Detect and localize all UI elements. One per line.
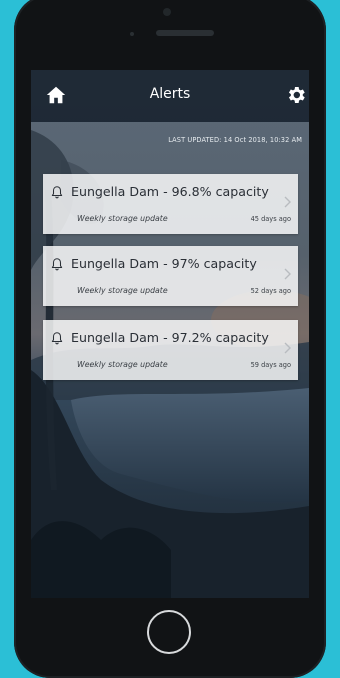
phone-device-frame: Alerts LAST UPDATED: 14 Oct 2018, 10:32 … [14,0,326,678]
chevron-right-icon [284,196,291,208]
alert-age: 45 days ago [250,215,291,223]
bell-icon [51,332,63,345]
bell-icon [51,186,63,199]
alert-title: Eungella Dam - 96.8% capacity [71,184,269,199]
alert-subtitle: Weekly storage update [77,286,168,295]
alert-age: 52 days ago [250,287,291,295]
alert-subtitle: Weekly storage update [77,214,168,223]
alert-title: Eungella Dam - 97.2% capacity [71,330,269,345]
gear-icon[interactable] [285,84,307,106]
top-navigation-bar: Alerts [31,70,309,122]
chevron-right-icon [284,342,291,354]
last-updated-timestamp: LAST UPDATED: 14 Oct 2018, 10:32 AM [168,136,302,144]
front-camera [130,32,134,36]
alert-title: Eungella Dam - 97% capacity [71,256,257,271]
earpiece-speaker [156,30,214,36]
device-home-button[interactable] [147,610,191,654]
bell-icon [51,258,63,271]
alert-card[interactable]: Eungella Dam - 97% capacity Weekly stora… [43,246,298,306]
app-screen: Alerts LAST UPDATED: 14 Oct 2018, 10:32 … [31,70,309,598]
page-title: Alerts [149,86,191,102]
alert-subtitle: Weekly storage update [77,360,168,369]
alert-card[interactable]: Eungella Dam - 97.2% capacity Weekly sto… [43,320,298,380]
alert-age: 59 days ago [250,361,291,369]
front-sensor-dot [163,8,171,16]
alert-card[interactable]: Eungella Dam - 96.8% capacity Weekly sto… [43,174,298,234]
chevron-right-icon [284,268,291,280]
